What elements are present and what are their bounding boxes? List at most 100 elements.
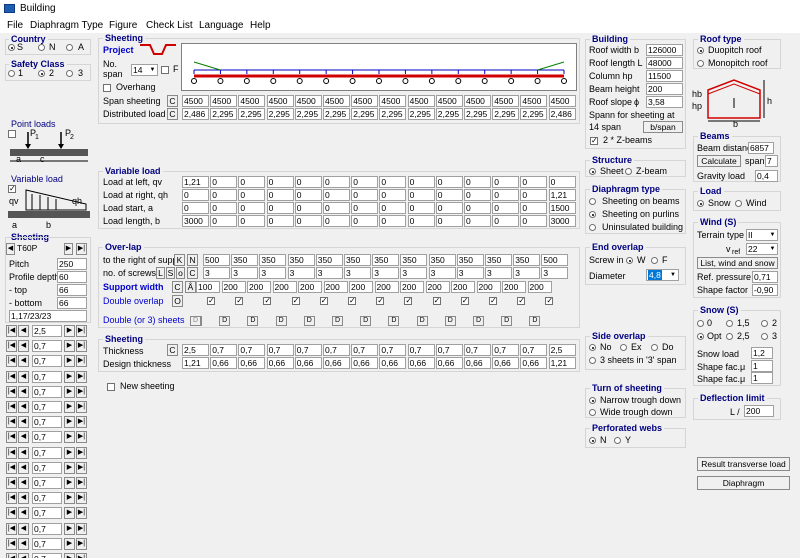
beam-span-field[interactable]: 7: [765, 155, 778, 167]
perforated-radio-y[interactable]: [614, 437, 621, 444]
menu-figure[interactable]: Figure: [109, 20, 137, 31]
variable-cell[interactable]: 0: [294, 215, 322, 227]
design-thickness-cell[interactable]: 0,66: [520, 357, 548, 369]
thickness-cell[interactable]: 0,7: [266, 344, 294, 356]
roof-length-field[interactable]: 48000: [646, 57, 683, 69]
span-cell[interactable]: 4500: [492, 95, 520, 107]
double-sheet-d-button[interactable]: D: [501, 316, 513, 326]
distributed-cell[interactable]: 2,486: [548, 108, 576, 120]
support-width-cell[interactable]: 100: [196, 281, 220, 293]
double-sheet-d-button[interactable]: D: [473, 316, 484, 326]
variable-cell[interactable]: 0: [294, 202, 322, 214]
design-thickness-cell[interactable]: 0,66: [351, 357, 379, 369]
last-icon[interactable]: ▶|: [76, 325, 87, 337]
next-icon[interactable]: ▶: [64, 446, 75, 459]
last-icon[interactable]: ▶|: [76, 431, 87, 444]
double-overlap-checkbox[interactable]: ✓: [460, 297, 469, 305]
variable-cell[interactable]: 0: [210, 215, 238, 227]
variable-cell[interactable]: 0: [435, 215, 463, 227]
nav-value[interactable]: 0,7: [32, 553, 62, 558]
snow-radio-2[interactable]: [761, 320, 768, 327]
variable-cell[interactable]: 0: [266, 215, 294, 227]
b-span-button[interactable]: b/span: [643, 121, 683, 133]
span-c-button[interactable]: C: [167, 95, 178, 107]
screws-l-button[interactable]: L: [156, 267, 165, 279]
menu-diaphragm-type[interactable]: Diaphragm Type: [30, 20, 103, 31]
prev-icon[interactable]: ◀: [18, 446, 29, 459]
variable-cell[interactable]: 0: [548, 176, 576, 188]
support-width-cell[interactable]: 200: [527, 281, 552, 293]
ref-pressure-field[interactable]: 0,71: [752, 271, 778, 283]
support-width-cell[interactable]: 200: [272, 281, 297, 293]
double-sheet-d-button[interactable]: D: [247, 316, 259, 326]
variable-cell[interactable]: 0: [520, 202, 548, 214]
variable-cell[interactable]: 1,21: [548, 189, 576, 201]
overlap-right-cell[interactable]: 500: [541, 254, 569, 266]
support-width-cell[interactable]: 200: [476, 281, 501, 293]
first-icon[interactable]: |◀: [6, 416, 17, 429]
bottom-field[interactable]: 66: [57, 297, 87, 309]
last-icon[interactable]: ▶|: [76, 370, 87, 383]
prev-icon[interactable]: ◀: [18, 522, 29, 535]
menu-file[interactable]: File: [7, 20, 23, 31]
prev-icon[interactable]: ◀: [18, 355, 29, 368]
variable-cell[interactable]: 0: [294, 176, 322, 188]
distributed-cell[interactable]: 2,295: [351, 108, 379, 120]
thickness-cell[interactable]: 0,7: [464, 344, 491, 356]
last-icon[interactable]: ▶|: [76, 355, 87, 368]
double-sheet-d-button[interactable]: D: [303, 316, 315, 326]
first-icon[interactable]: |◀: [6, 431, 17, 444]
first-icon[interactable]: |◀: [6, 553, 17, 558]
nav-value[interactable]: 0,7: [32, 385, 62, 398]
screws-cell[interactable]: 3: [485, 267, 512, 279]
thickness-cell[interactable]: 2,5: [548, 344, 576, 356]
thickness-cell[interactable]: 0,7: [238, 344, 266, 356]
roof-radio-duopitch[interactable]: [697, 47, 704, 54]
profile-depth-field[interactable]: 60: [57, 271, 87, 283]
next-icon[interactable]: ▶: [64, 553, 75, 558]
first-icon[interactable]: |◀: [6, 477, 17, 489]
distributed-cell[interactable]: 2,295: [323, 108, 350, 120]
prev-icon[interactable]: ◀: [18, 340, 29, 353]
distributed-cell[interactable]: 2,295: [210, 108, 238, 120]
overlap-right-cell[interactable]: 350: [400, 254, 428, 266]
screws-cell[interactable]: 3: [315, 267, 343, 279]
prev-icon[interactable]: ◀: [18, 507, 29, 520]
f-checkbox[interactable]: [161, 66, 169, 74]
screws-cell[interactable]: 3: [259, 267, 287, 279]
variable-cell[interactable]: 0: [492, 202, 520, 214]
side-radio-3sheets[interactable]: [589, 357, 596, 364]
variable-cell[interactable]: 0: [520, 189, 548, 201]
screws-cell[interactable]: 3: [287, 267, 315, 279]
prev-icon[interactable]: ◀: [18, 370, 29, 383]
double-overlap-checkbox[interactable]: ✓: [376, 297, 385, 305]
overlap-right-cell[interactable]: 350: [456, 254, 484, 266]
variable-cell[interactable]: 0: [351, 215, 379, 227]
screws-cell[interactable]: 3: [372, 267, 400, 279]
variable-cell[interactable]: 0: [464, 202, 491, 214]
first-icon[interactable]: |◀: [6, 370, 17, 383]
diameter-chevron-down-icon[interactable]: ▼: [668, 270, 678, 280]
span-cell[interactable]: 4500: [379, 95, 407, 107]
variable-cell[interactable]: 0: [182, 202, 209, 214]
nav-value[interactable]: 0,7: [32, 477, 62, 489]
next-icon[interactable]: ▶: [64, 385, 75, 398]
distributed-cell[interactable]: 2,295: [379, 108, 407, 120]
variable-cell[interactable]: 0: [210, 176, 238, 188]
country-radio-n[interactable]: [38, 44, 45, 51]
diaphragm-radio-beams[interactable]: [589, 198, 596, 205]
next-icon[interactable]: ▶: [64, 401, 75, 413]
variable-cell[interactable]: 0: [266, 202, 294, 214]
double-overlap-checkbox[interactable]: ✓: [291, 297, 300, 305]
prev-icon[interactable]: ◀: [18, 385, 29, 398]
load-radio-wind[interactable]: [735, 200, 742, 207]
diaphragm-radio-uninsulated[interactable]: [589, 224, 596, 231]
span-cell[interactable]: 4500: [182, 95, 209, 107]
prev-icon[interactable]: ◀: [18, 401, 29, 413]
nav-value[interactable]: 0,7: [32, 355, 62, 368]
double-sheet-d-button[interactable]: D: [190, 316, 201, 326]
first-icon[interactable]: |◀: [6, 537, 17, 550]
support-a-button[interactable]: Å: [185, 281, 196, 293]
vref-chevron-down-icon[interactable]: ▼: [768, 244, 777, 254]
support-width-cell[interactable]: 200: [349, 281, 373, 293]
